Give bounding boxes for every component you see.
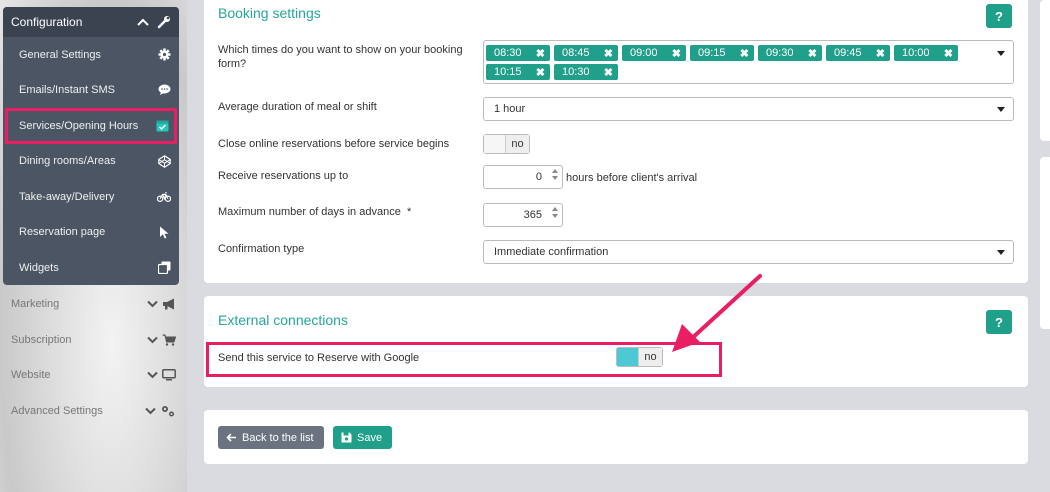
annotation-arrow [672,274,762,352]
